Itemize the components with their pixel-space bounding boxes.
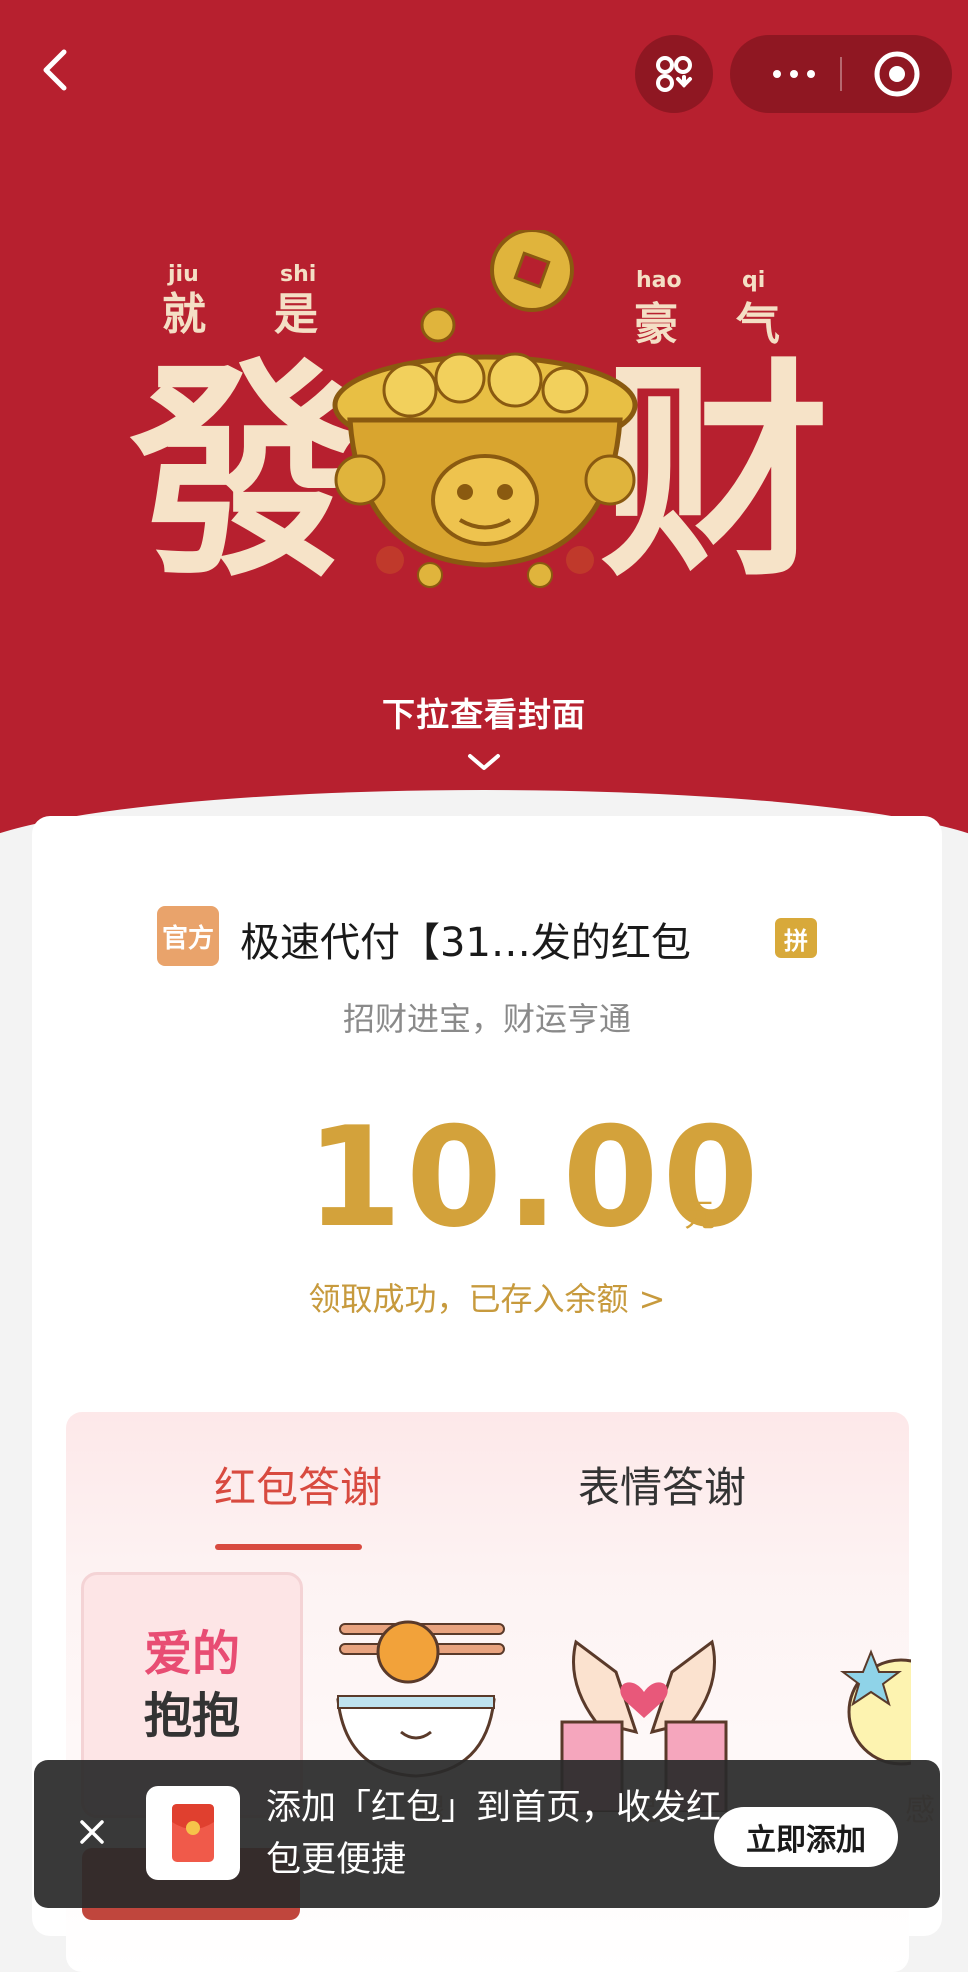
target-close-icon xyxy=(874,51,920,97)
receive-status-link[interactable]: 领取成功，已存入余额 > xyxy=(32,1274,942,1320)
toast-message: 添加「红包」到首页，收发红包更便捷 xyxy=(266,1788,722,1880)
active-tab-indicator xyxy=(215,1544,362,1550)
red-packet-app-icon xyxy=(146,1786,240,1880)
back-button[interactable] xyxy=(28,40,88,100)
add-now-button[interactable]: 立即添加 xyxy=(714,1807,898,1867)
pin-badge: 拼 xyxy=(775,918,817,958)
more-dots-icon xyxy=(773,70,781,78)
more-button[interactable] xyxy=(764,67,824,81)
treasure-bowl-icon xyxy=(332,230,638,588)
blessing-text: 招财进宝，财运亨通 xyxy=(342,1000,631,1038)
amount-row: 10.00 元 xyxy=(32,1108,942,1248)
add-to-home-toast: 添加「红包」到首页，收发红包更便捷 立即添加 xyxy=(34,1760,940,1908)
sticker-hug-line1: 爱的 xyxy=(143,1626,240,1682)
amount-unit: 元 xyxy=(684,1196,717,1234)
cover-word-jiu: 就 xyxy=(162,289,206,340)
cover-word-shi: 是 xyxy=(274,289,318,340)
close-miniprogram-button[interactable] xyxy=(872,49,922,99)
sender-row: 官方 极速代付【31…发的红包 拼 xyxy=(32,906,942,966)
chevron-down-icon xyxy=(468,754,500,770)
official-badge: 官方 xyxy=(157,906,219,966)
capsule-menu xyxy=(730,35,952,113)
sender-name: 极速代付【31…发的红包 xyxy=(240,920,691,966)
chevron-left-icon xyxy=(43,49,67,91)
mini-program-capture-icon xyxy=(656,56,692,92)
tab-red-packet-thanks[interactable]: 红包答谢 xyxy=(214,1454,382,1515)
pull-down-hint[interactable]: 下拉查看封面 xyxy=(0,688,968,736)
sticker-hug-line2: 抱抱 xyxy=(143,1688,240,1744)
tab-sticker-thanks[interactable]: 表情答谢 xyxy=(578,1454,746,1515)
capsule-divider xyxy=(840,57,842,91)
capture-button[interactable] xyxy=(635,35,713,113)
close-icon[interactable] xyxy=(72,1812,112,1852)
